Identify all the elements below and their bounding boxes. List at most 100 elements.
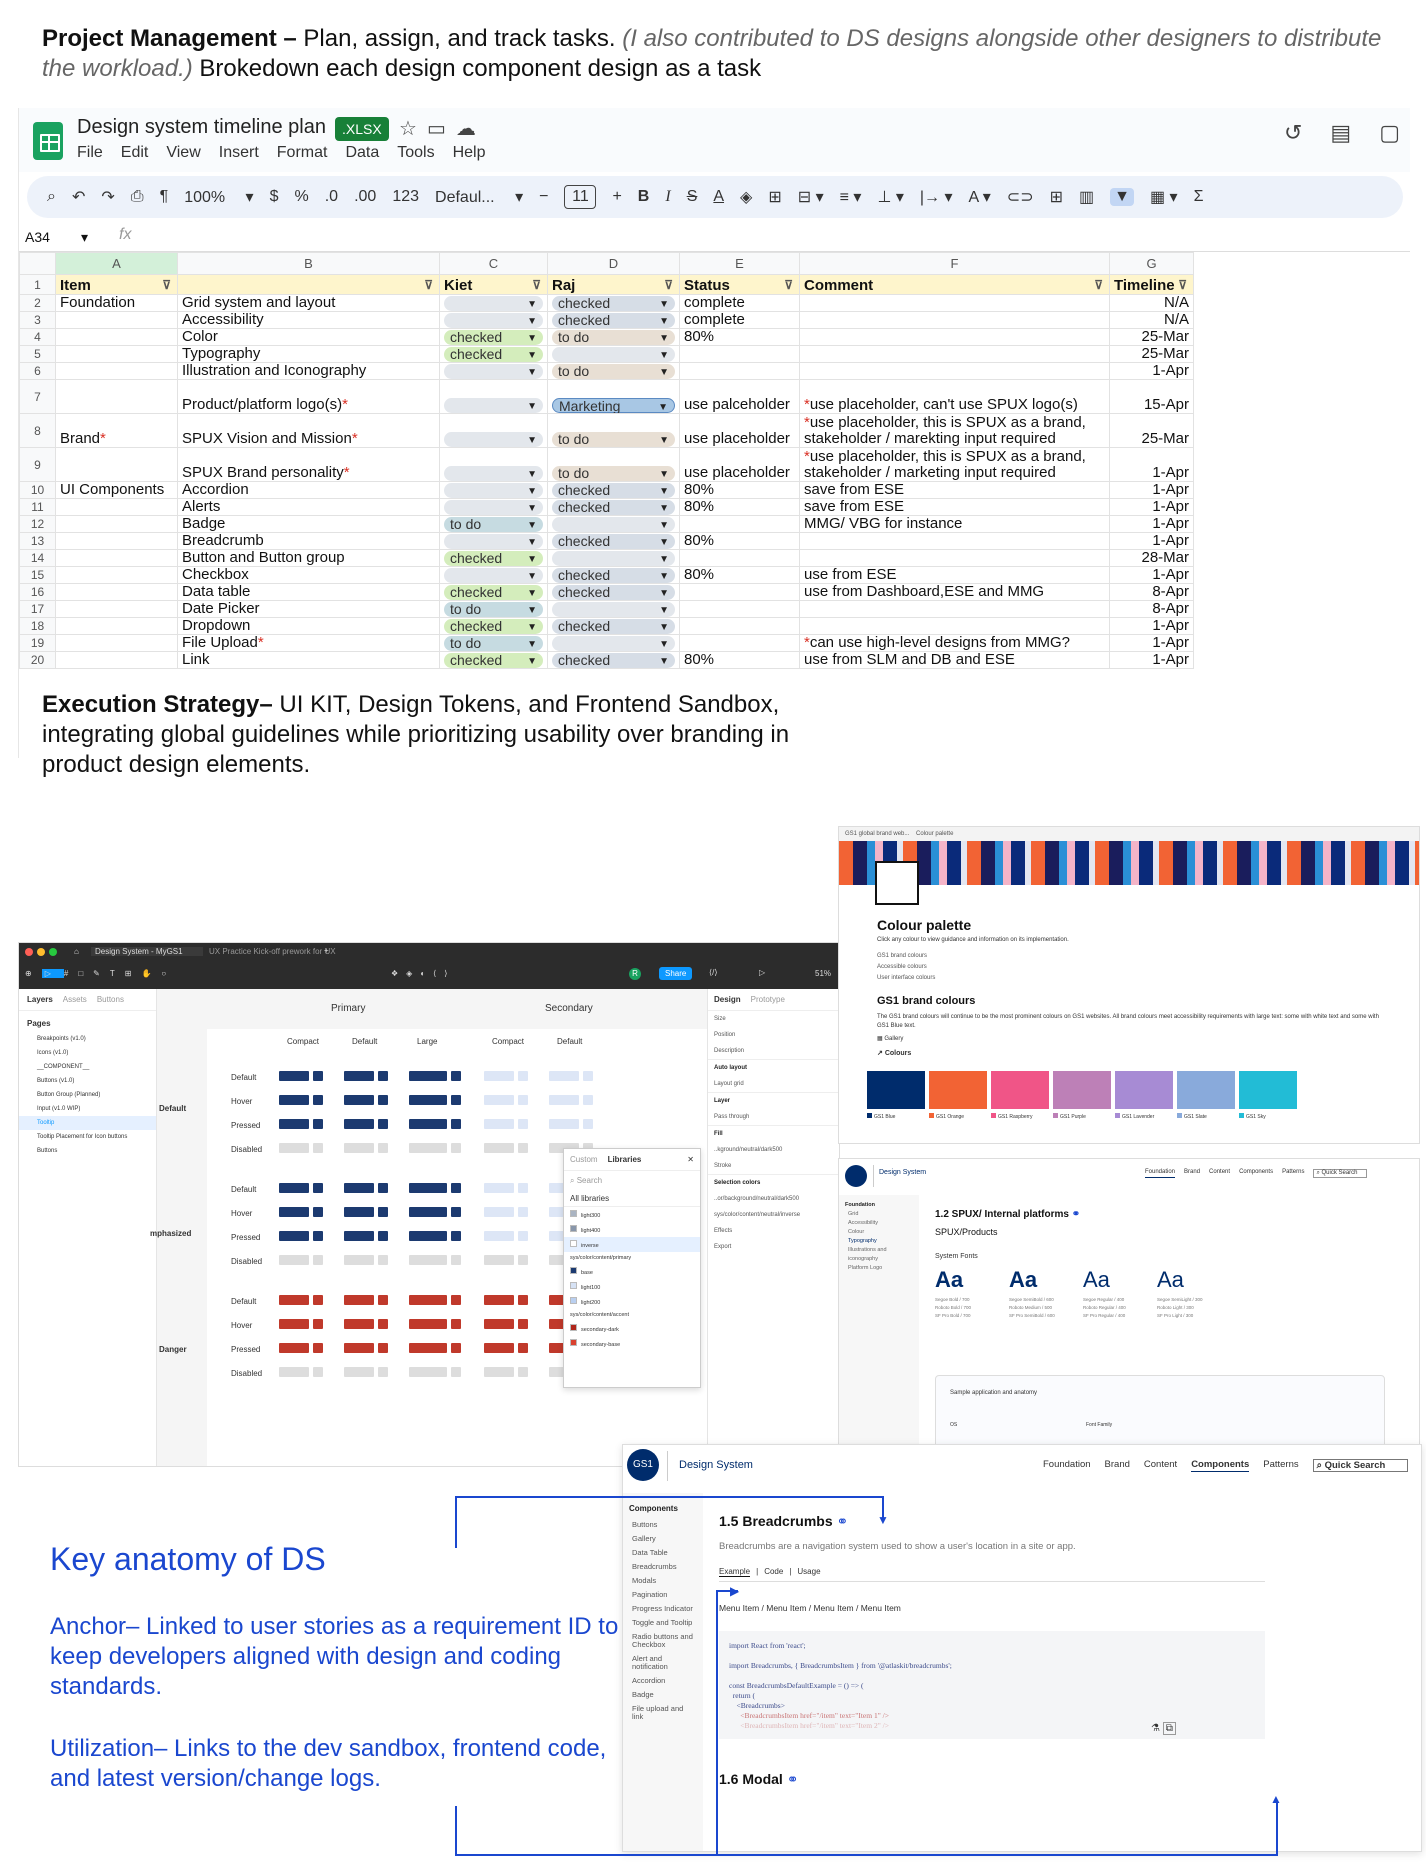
cell-item[interactable]	[55, 515, 178, 533]
button-variant[interactable]	[409, 1231, 447, 1241]
row-number[interactable]: 13	[19, 532, 56, 550]
icon-button-variant[interactable]	[313, 1319, 323, 1329]
sidebar-item[interactable]: Data Table	[629, 1546, 697, 1560]
cloud-status-icon[interactable]: ☁	[456, 118, 486, 140]
property-label[interactable]: Layout grid	[708, 1076, 839, 1092]
button-variant[interactable]	[549, 1071, 579, 1081]
cell-task[interactable]: Data table	[177, 583, 440, 601]
cell-comment[interactable]: use from Dashboard,ESE and MMG	[799, 583, 1110, 601]
nav-components[interactable]: Components	[1239, 1169, 1273, 1178]
cell-assignee-d[interactable]: to do	[547, 328, 680, 346]
cell-comment[interactable]: *use placeholder, this is SPUX as a bran…	[799, 413, 1110, 448]
dropdown-chip[interactable]: checked	[444, 330, 543, 345]
cell-assignee-d[interactable]: checked	[547, 583, 680, 601]
icon-button-variant[interactable]	[378, 1183, 388, 1193]
button-variant[interactable]	[344, 1231, 374, 1241]
button-variant[interactable]	[279, 1319, 309, 1329]
button-variant[interactable]	[484, 1095, 514, 1105]
cell-comment[interactable]	[799, 294, 1110, 312]
increase-decimal-button[interactable]: .00	[354, 188, 376, 206]
cell-item[interactable]	[55, 583, 178, 601]
row-number[interactable]: 9	[19, 447, 56, 482]
cell-task[interactable]: File Upload*	[177, 634, 440, 652]
resources-icon[interactable]: ⊞	[125, 969, 142, 978]
cell-assignee-c[interactable]: to do	[439, 634, 548, 652]
number-format-button[interactable]: 123	[392, 188, 419, 206]
site-brand[interactable]: Design System	[679, 1459, 753, 1471]
library-item[interactable]: secondary-base	[564, 1336, 700, 1351]
cell-assignee-c[interactable]: checked	[439, 328, 548, 346]
sandbox-icon[interactable]: ⚗	[1151, 1723, 1160, 1734]
cell-assignee-d[interactable]	[547, 345, 680, 363]
button-variant[interactable]	[279, 1207, 309, 1217]
icon-button-variant[interactable]	[518, 1255, 528, 1265]
icon-button-variant[interactable]	[451, 1119, 461, 1129]
row-number[interactable]: 5	[19, 345, 56, 363]
header-cell[interactable]: Timeline ⊽	[1109, 274, 1194, 295]
icon-button-variant[interactable]	[518, 1319, 528, 1329]
cell-status[interactable]: use placeholder	[679, 413, 800, 448]
icon-button-variant[interactable]	[518, 1071, 528, 1081]
sidebar-item[interactable]: Foundation	[845, 1201, 913, 1210]
dropdown-chip[interactable]	[444, 398, 543, 413]
dropdown-chip[interactable]	[444, 466, 543, 481]
insert-chart-icon[interactable]: ▥	[1079, 187, 1094, 207]
page-item[interactable]: __COMPONENT__	[19, 1060, 156, 1074]
cell-status[interactable]	[679, 600, 800, 618]
page-item[interactable]: Buttons	[19, 1144, 156, 1158]
font-select[interactable]: Defaul... ▾	[435, 187, 523, 207]
button-variant[interactable]	[484, 1319, 514, 1329]
paint-format-icon[interactable]: ¶	[160, 188, 169, 206]
cell-assignee-d[interactable]: checked	[547, 481, 680, 499]
currency-button[interactable]: $	[270, 188, 279, 206]
header-cell[interactable]: Comment ⊽	[799, 274, 1110, 295]
dropdown-chip[interactable]: to do	[444, 517, 543, 532]
mask-icon[interactable]: ◈	[406, 969, 420, 978]
dropdown-chip[interactable]: to do	[552, 466, 675, 481]
col-header-f[interactable]: F	[799, 252, 1110, 275]
cell-timeline[interactable]: 1-Apr	[1109, 515, 1194, 533]
cell-timeline[interactable]: 25-Mar	[1109, 345, 1194, 363]
cell-timeline[interactable]: 1-Apr	[1109, 634, 1194, 652]
dropdown-chip[interactable]: checked	[444, 551, 543, 566]
icon-button-variant[interactable]	[451, 1343, 461, 1353]
cell-assignee-c[interactable]: checked	[439, 345, 548, 363]
icon-button-variant[interactable]	[583, 1095, 593, 1105]
nav-content[interactable]: Content	[1209, 1169, 1230, 1178]
cell-timeline[interactable]: N/A	[1109, 294, 1194, 312]
home-icon[interactable]: ⌂	[74, 947, 79, 956]
text-rotation-icon[interactable]: A ▾	[969, 187, 991, 207]
link-brand-colours[interactable]: GS1 brand colours	[877, 951, 935, 962]
button-variant[interactable]	[484, 1183, 514, 1193]
undo-icon[interactable]: ↶	[72, 187, 85, 207]
share-button[interactable]: Share	[659, 967, 693, 980]
button-variant[interactable]	[279, 1343, 309, 1353]
cell-comment[interactable]	[799, 345, 1110, 363]
dropdown-chip[interactable]: to do	[444, 602, 543, 617]
text-color-icon[interactable]: A	[713, 188, 724, 206]
cell-assignee-c[interactable]	[439, 447, 548, 482]
tab-example[interactable]: Example	[719, 1567, 751, 1577]
button-variant[interactable]	[409, 1319, 447, 1329]
colour-swatch[interactable]	[991, 1071, 1049, 1109]
button-variant[interactable]	[344, 1319, 374, 1329]
file-tab[interactable]: Design System - MyGS1	[91, 947, 203, 956]
icon-button-variant[interactable]	[451, 1143, 461, 1153]
row-number[interactable]: 11	[19, 498, 56, 516]
library-item[interactable]: base	[564, 1264, 700, 1279]
cell-timeline[interactable]: 1-Apr	[1109, 498, 1194, 516]
sidebar-item[interactable]: Colour	[845, 1228, 913, 1237]
anchor-link-icon[interactable]: ⚭	[787, 1771, 799, 1787]
property-label[interactable]: Fill	[708, 1125, 839, 1142]
dropdown-chip[interactable]: checked	[552, 313, 675, 328]
icon-button-variant[interactable]	[451, 1095, 461, 1105]
cell-assignee-c[interactable]: to do	[439, 600, 548, 618]
play-icon[interactable]: ▷	[759, 968, 765, 977]
gallery-label[interactable]: ▦ Gallery	[877, 1035, 903, 1042]
sidebar-item[interactable]: Toggle and Tooltip	[629, 1616, 697, 1630]
colour-swatch[interactable]	[1115, 1071, 1173, 1109]
button-variant[interactable]	[409, 1095, 447, 1105]
cell-task[interactable]: Link	[177, 651, 440, 669]
dropdown-chip[interactable]: checked	[444, 585, 543, 600]
icon-button-variant[interactable]	[518, 1295, 528, 1305]
